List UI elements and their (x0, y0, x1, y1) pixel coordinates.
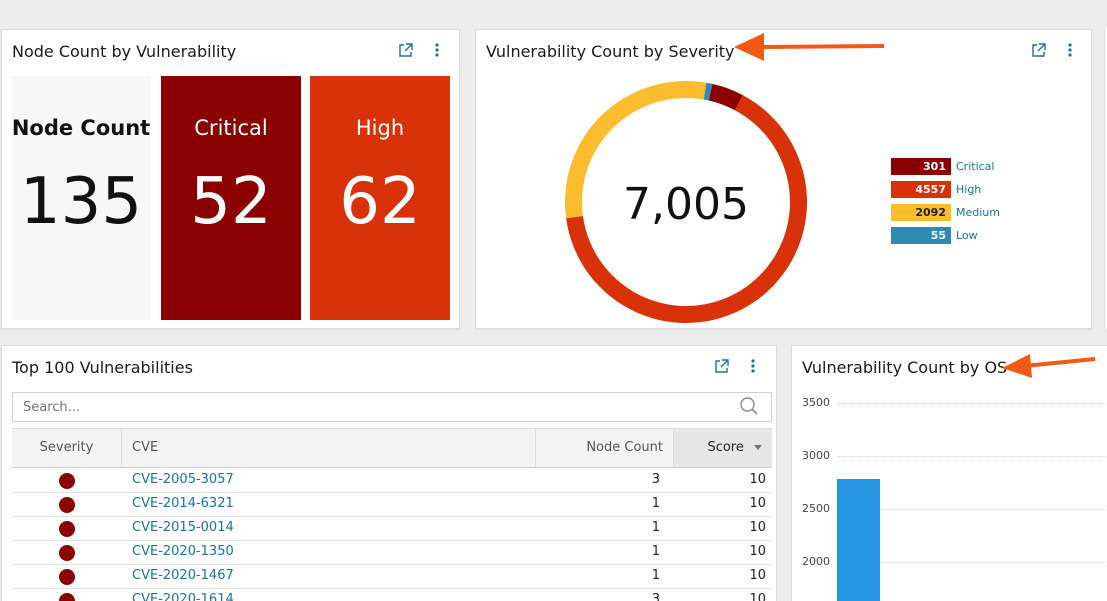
cve-link[interactable]: CVE-2005-3057 (132, 472, 234, 487)
top-vulnerabilities-widget: Top 100 Vulnerabilities Severity CVE Nod… (1, 345, 777, 601)
column-header-severity[interactable]: Severity (12, 429, 122, 467)
search-icon[interactable] (739, 396, 759, 420)
score-cell: 10 (749, 592, 766, 601)
node-count-widget-title: Node Count by Vulnerability (12, 42, 237, 61)
legend-critical-label: Critical (956, 160, 995, 173)
critical-tile-value: 52 (190, 165, 272, 239)
legend-low[interactable]: 55 Low (891, 227, 978, 244)
critical-tile[interactable]: Critical 52 (161, 76, 301, 320)
legend-high-count: 4557 (891, 181, 951, 198)
cve-link[interactable]: CVE-2020-1467 (132, 568, 234, 583)
legend-high[interactable]: 4557 High (891, 181, 981, 198)
severity-critical-icon (59, 593, 75, 601)
more-options-icon[interactable] (745, 357, 761, 375)
column-header-cve[interactable]: CVE (122, 429, 536, 467)
legend-low-count: 55 (891, 227, 951, 244)
annotation-arrow (1002, 354, 1096, 378)
open-external-icon[interactable] (713, 357, 729, 375)
gridline (837, 456, 1107, 457)
node-count-cell: 1 (651, 496, 660, 511)
legend-critical[interactable]: 301 Critical (891, 158, 994, 175)
search-input[interactable] (12, 392, 772, 422)
os-bar[interactable] (837, 479, 880, 601)
legend-critical-count: 301 (891, 158, 951, 175)
y-tick-label: 2000 (802, 555, 830, 568)
table-row[interactable]: CVE-2005-3057 3 10 (12, 469, 772, 493)
severity-widget-title: Vulnerability Count by Severity (486, 42, 735, 61)
legend-medium-label: Medium (956, 206, 1000, 219)
score-cell: 10 (749, 472, 766, 487)
table-row[interactable]: CVE-2020-1614 3 10 (12, 589, 772, 601)
node-count-cell: 1 (651, 568, 660, 583)
table-row[interactable]: CVE-2015-0014 1 10 (12, 517, 772, 541)
column-header-node-count[interactable]: Node Count (536, 429, 674, 467)
severity-widget: Vulnerability Count by Severity 7,005 30… (475, 29, 1092, 329)
high-tile[interactable]: High 62 (310, 76, 450, 320)
table-row[interactable]: CVE-2020-1467 1 10 (12, 565, 772, 589)
sort-desc-icon (754, 445, 762, 450)
annotation-arrow (734, 33, 885, 61)
severity-critical-icon (59, 521, 75, 537)
node-count-cell: 3 (651, 472, 660, 487)
high-tile-label: High (355, 116, 405, 140)
cve-link[interactable]: CVE-2020-1350 (132, 544, 234, 559)
legend-high-label: High (956, 183, 982, 196)
table-header: Severity CVE Node Count Score (12, 428, 772, 468)
y-tick-label: 2500 (802, 502, 830, 515)
cve-link[interactable]: CVE-2015-0014 (132, 520, 234, 535)
node-count-tile-value: 135 (19, 165, 143, 239)
score-cell: 10 (749, 544, 766, 559)
node-count-cell: 1 (651, 544, 660, 559)
node-count-tile-label: Node Count (11, 116, 151, 140)
score-cell: 10 (749, 568, 766, 583)
critical-tile-label: Critical (194, 116, 268, 140)
open-external-icon[interactable] (1030, 41, 1046, 59)
os-widget: Vulnerability Count by OS 3500 3000 2500… (791, 345, 1107, 601)
high-tile-value: 62 (339, 165, 421, 239)
severity-critical-icon (59, 497, 75, 513)
gridline (837, 403, 1107, 404)
severity-donut-chart: 7,005 (565, 80, 807, 323)
table-row[interactable]: CVE-2020-1350 1 10 (12, 541, 772, 565)
table-row[interactable]: CVE-2014-6321 1 10 (12, 493, 772, 517)
legend-medium-count: 2092 (891, 204, 951, 221)
node-count-tile[interactable]: Node Count 135 (11, 76, 151, 320)
legend-low-label: Low (956, 229, 978, 242)
node-count-widget: Node Count by Vulnerability Node Count 1… (1, 29, 460, 329)
score-cell: 10 (749, 496, 766, 511)
donut-total: 7,005 (623, 179, 749, 230)
cve-link[interactable]: CVE-2014-6321 (132, 496, 234, 511)
score-cell: 10 (749, 520, 766, 535)
severity-critical-icon (59, 473, 75, 489)
os-widget-title: Vulnerability Count by OS (802, 358, 1008, 377)
open-external-icon[interactable] (397, 41, 413, 59)
y-tick-label: 3500 (802, 396, 830, 409)
severity-critical-icon (59, 545, 75, 561)
y-tick-label: 3000 (802, 449, 830, 462)
more-options-icon[interactable] (1062, 41, 1078, 59)
more-options-icon[interactable] (429, 41, 445, 59)
column-header-score[interactable]: Score (674, 429, 772, 467)
top-vulnerabilities-title: Top 100 Vulnerabilities (12, 358, 193, 377)
node-count-cell: 1 (651, 520, 660, 535)
cve-link[interactable]: CVE-2020-1614 (132, 592, 234, 601)
legend-medium[interactable]: 2092 Medium (891, 204, 1000, 221)
node-count-cell: 3 (651, 592, 660, 601)
severity-critical-icon (59, 569, 75, 585)
